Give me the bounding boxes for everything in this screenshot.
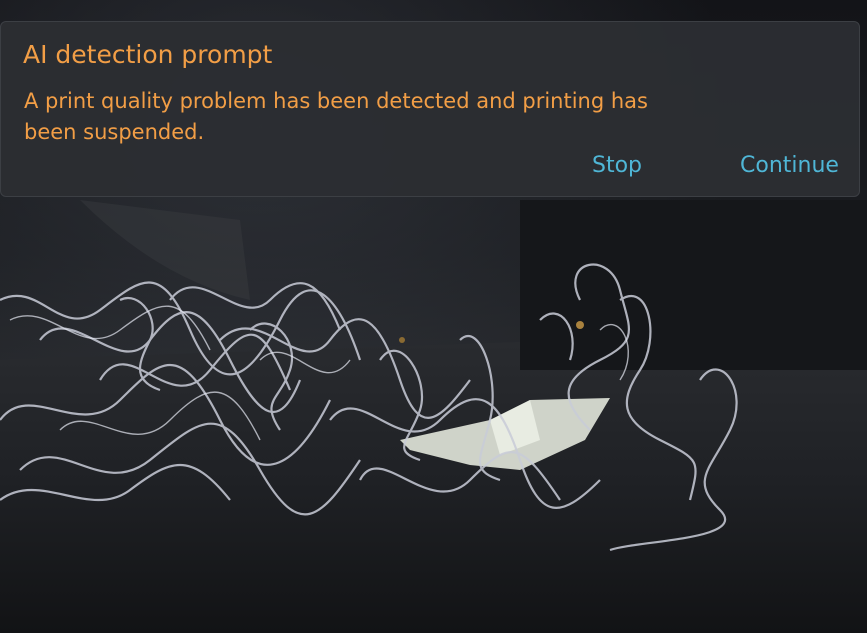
dialog-title: AI detection prompt	[23, 40, 273, 69]
brass-fitting-2	[399, 337, 405, 343]
stop-button[interactable]: Stop	[592, 153, 642, 178]
nozzle-shadow	[80, 200, 250, 300]
dialog-message: A print quality problem has been detecte…	[24, 89, 648, 144]
continue-button[interactable]: Continue	[740, 153, 839, 178]
brass-fitting	[576, 321, 584, 329]
print-bed	[0, 330, 867, 633]
ai-detection-dialog: AI detection prompt A print quality prob…	[0, 21, 860, 197]
